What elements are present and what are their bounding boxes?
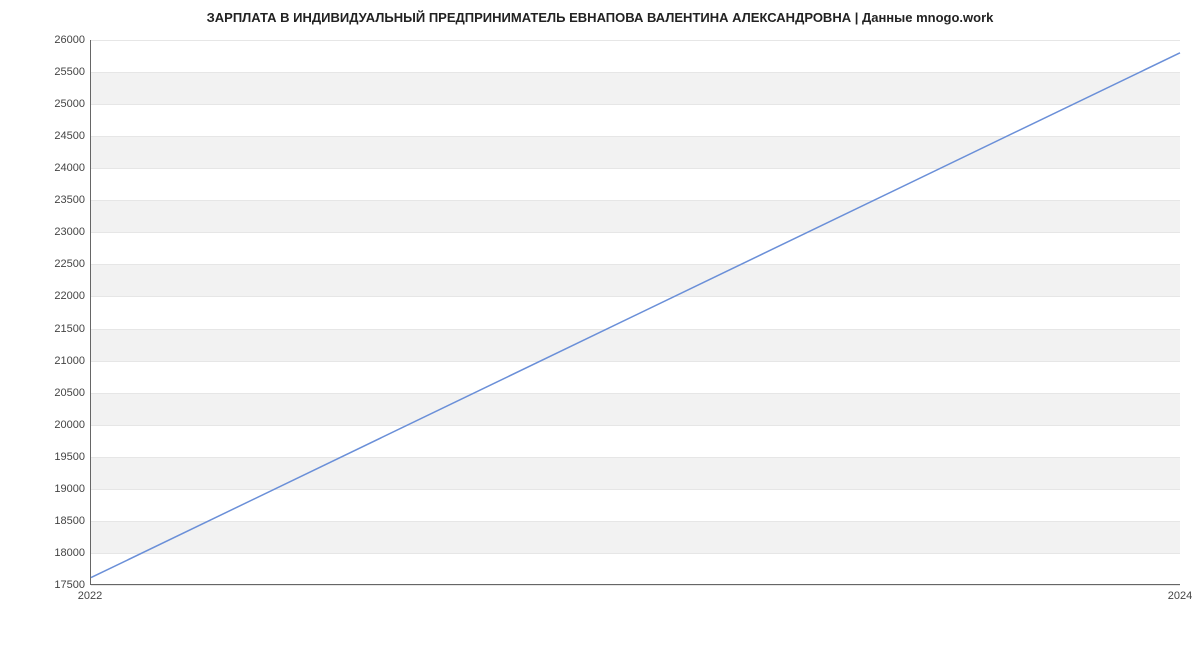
y-tick-label: 19500	[25, 451, 85, 463]
y-tick-label: 24000	[25, 162, 85, 174]
line-series-svg	[91, 40, 1180, 584]
x-tick-label: 2024	[1168, 590, 1192, 602]
y-tick-label: 24500	[25, 130, 85, 142]
y-tick-label: 19000	[25, 483, 85, 495]
y-tick-label: 26000	[25, 34, 85, 46]
chart-title: ЗАРПЛАТА В ИНДИВИДУАЛЬНЫЙ ПРЕДПРИНИМАТЕЛ…	[0, 10, 1200, 25]
y-tick-label: 17500	[25, 579, 85, 591]
x-tick-label: 2022	[78, 590, 102, 602]
y-tick-label: 18000	[25, 547, 85, 559]
y-tick-label: 22500	[25, 258, 85, 270]
y-tick-label: 25500	[25, 66, 85, 78]
y-tick-label: 23500	[25, 194, 85, 206]
y-tick-label: 22000	[25, 290, 85, 302]
y-tick-label: 21500	[25, 323, 85, 335]
chart-container: ЗАРПЛАТА В ИНДИВИДУАЛЬНЫЙ ПРЕДПРИНИМАТЕЛ…	[0, 0, 1200, 650]
y-tick-label: 25000	[25, 98, 85, 110]
y-tick-label: 20000	[25, 419, 85, 431]
series-line	[91, 53, 1180, 578]
y-tick-label: 23000	[25, 226, 85, 238]
y-tick-label: 21000	[25, 355, 85, 367]
y-tick-label: 18500	[25, 515, 85, 527]
y-tick-label: 20500	[25, 387, 85, 399]
plot-area	[90, 40, 1180, 585]
grid-line	[91, 585, 1180, 586]
